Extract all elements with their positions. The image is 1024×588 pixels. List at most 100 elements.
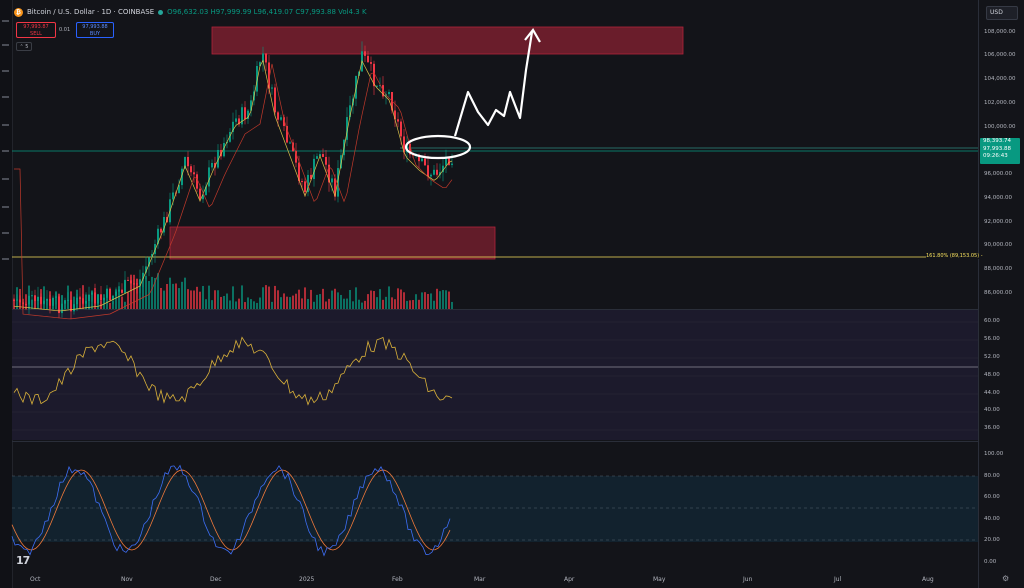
volume-bar bbox=[448, 291, 450, 309]
stoch-k-line bbox=[11, 464, 451, 557]
volume-bar bbox=[256, 302, 258, 309]
volume-bar bbox=[316, 294, 318, 309]
volume-bar bbox=[451, 301, 453, 309]
volume-bar bbox=[271, 301, 273, 309]
volume-bar bbox=[409, 300, 411, 309]
spread-value: 0.01 bbox=[59, 27, 71, 33]
volume-bar bbox=[430, 293, 432, 309]
candle-body bbox=[427, 165, 429, 177]
candle-body bbox=[109, 288, 111, 301]
gear-icon[interactable]: ⚙ bbox=[1002, 574, 1012, 584]
volume-bar bbox=[115, 289, 117, 309]
time-axis-label: Apr bbox=[564, 576, 575, 583]
volume-bar bbox=[145, 276, 147, 309]
candle-body bbox=[421, 158, 423, 162]
indicators-toggle-button[interactable]: ⌃ 5 bbox=[16, 42, 32, 51]
high-value: H97,999.99 bbox=[210, 8, 252, 16]
volume-bar bbox=[184, 277, 186, 309]
candle-body bbox=[160, 228, 162, 233]
volume-bar bbox=[295, 293, 297, 309]
candle-body bbox=[322, 154, 324, 157]
indicators-count: 5 bbox=[25, 44, 29, 50]
volume-bar bbox=[397, 288, 399, 309]
volume-bar bbox=[34, 297, 36, 309]
sell-label: SELL bbox=[30, 31, 42, 37]
volume-bar bbox=[190, 290, 192, 309]
bitcoin-icon: ₿ bbox=[14, 7, 23, 17]
volume-bar bbox=[229, 300, 231, 309]
price-label: 90,000.00 bbox=[984, 242, 1012, 248]
volume-bar bbox=[205, 299, 207, 309]
volume-bar bbox=[181, 281, 183, 309]
volume-bar bbox=[226, 293, 228, 309]
last-price-tag: 98,393.74 97,993.88 09:26:43 bbox=[980, 138, 1020, 164]
time-axis-label: Jun bbox=[743, 576, 753, 583]
volume-bar bbox=[361, 302, 363, 309]
fib-extension-label: 161.80% (89,153.05) - bbox=[926, 253, 983, 259]
volume-bar bbox=[82, 285, 84, 309]
price-label: 86,000.00 bbox=[984, 290, 1012, 296]
stoch-axis-label: 20.00 bbox=[984, 537, 1000, 543]
volume-bar bbox=[64, 300, 66, 309]
volume-bar bbox=[403, 292, 405, 309]
volume-bar bbox=[340, 294, 342, 309]
candle-body bbox=[304, 181, 306, 193]
time-axis-label: Dec bbox=[210, 576, 222, 583]
sell-button[interactable]: 97,993.87 SELL bbox=[16, 22, 56, 38]
volume-bar bbox=[196, 286, 198, 309]
rsi-line bbox=[13, 336, 453, 406]
candle-body bbox=[208, 167, 210, 187]
volume-bar bbox=[187, 289, 189, 309]
price-label: 102,000.00 bbox=[984, 100, 1016, 106]
volume-bar bbox=[394, 299, 396, 309]
volume-bar bbox=[286, 296, 288, 309]
candle-body bbox=[124, 279, 126, 293]
candle-body bbox=[370, 62, 372, 64]
volume-bar bbox=[364, 300, 366, 309]
volume-bar bbox=[55, 291, 57, 309]
volume-bar bbox=[175, 283, 177, 309]
volume-bar bbox=[151, 276, 153, 309]
volume-bar bbox=[193, 290, 195, 309]
volume-bar bbox=[331, 290, 333, 309]
candle-body bbox=[367, 55, 369, 63]
price-tag-last: 97,993.88 bbox=[983, 145, 1011, 152]
tradingview-logo[interactable]: 17 bbox=[16, 554, 30, 567]
candle-body bbox=[106, 288, 108, 298]
volume-bar bbox=[352, 301, 354, 309]
resistance-zone bbox=[211, 26, 684, 55]
sell-price: 97,993.87 bbox=[23, 24, 49, 30]
volume-bar bbox=[253, 301, 255, 309]
stoch-axis-label: 60.00 bbox=[984, 494, 1000, 500]
volume-bar bbox=[436, 288, 438, 309]
rsi-axis-label: 40.00 bbox=[984, 407, 1000, 413]
candle-body bbox=[388, 91, 390, 95]
volume-bar bbox=[322, 288, 324, 309]
volume-bar bbox=[76, 289, 78, 309]
volume-bar bbox=[259, 297, 261, 309]
stoch-axis-label: 80.00 bbox=[984, 473, 1000, 479]
volume-bar bbox=[250, 299, 252, 309]
volume-bar bbox=[172, 283, 174, 309]
volume-bar bbox=[427, 293, 429, 309]
chevron-up-icon: ⌃ bbox=[19, 44, 24, 50]
price-label: 96,000.00 bbox=[984, 171, 1012, 177]
volume-bar bbox=[73, 296, 75, 309]
volume-bar bbox=[133, 274, 135, 309]
volume-bar bbox=[289, 297, 291, 309]
volume-bar bbox=[313, 301, 315, 309]
volume-bar bbox=[79, 296, 81, 309]
volume-bar bbox=[292, 295, 294, 309]
volume-bar bbox=[421, 292, 423, 309]
currency-select[interactable]: USD bbox=[986, 6, 1018, 20]
price-label: 94,000.00 bbox=[984, 195, 1012, 201]
candle-body bbox=[97, 294, 99, 304]
volume-bar bbox=[307, 298, 309, 309]
volume-bar bbox=[373, 291, 375, 309]
symbol-title[interactable]: Bitcoin / U.S. Dollar · 1D · COINBASE bbox=[27, 8, 154, 16]
market-status-icon bbox=[158, 9, 164, 15]
volume-bar bbox=[202, 285, 204, 309]
chart-canvas[interactable] bbox=[0, 0, 1024, 588]
volume-bar bbox=[445, 290, 447, 309]
buy-button[interactable]: 97,993.88 BUY bbox=[76, 22, 114, 38]
